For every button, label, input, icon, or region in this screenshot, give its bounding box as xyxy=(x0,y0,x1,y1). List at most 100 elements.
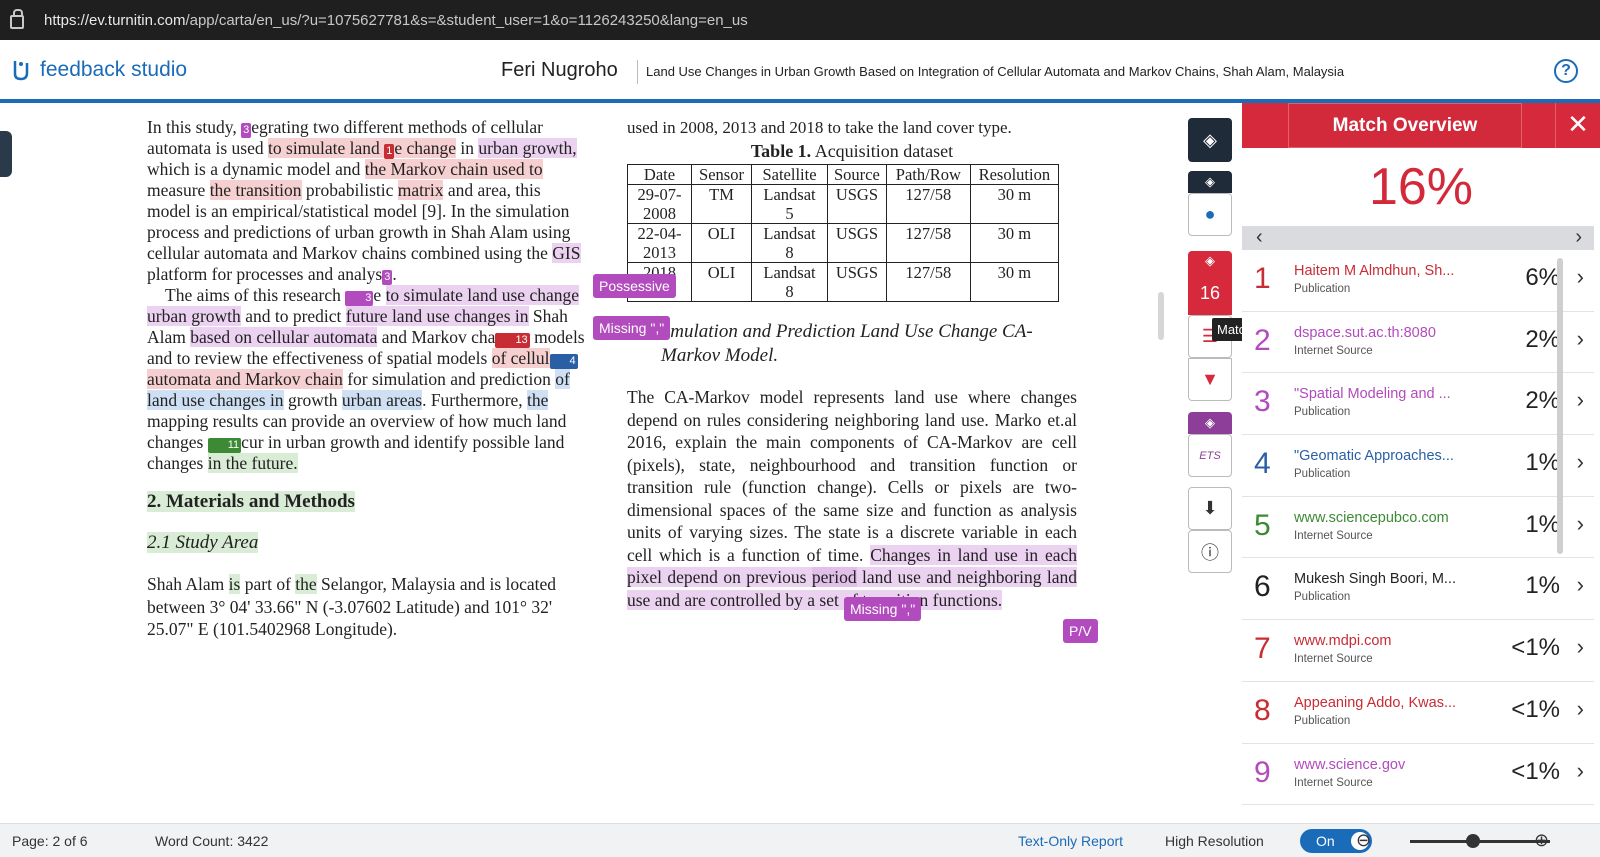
chevron-right-icon[interactable]: › xyxy=(1575,226,1582,248)
pv-flag[interactable]: P/V xyxy=(1063,619,1098,643)
table-row: 2018 OLI Landsat 8 USGS 127/58 30 m xyxy=(627,262,1059,302)
match-source[interactable]: Appeaning Addo, Kwas... xyxy=(1294,695,1456,711)
match-highlight[interactable]: matrix xyxy=(397,180,444,200)
match-highlight[interactable]: based on cellular automata xyxy=(190,327,378,347)
document-scrollbar[interactable] xyxy=(1158,292,1164,340)
match-highlight[interactable]: urban growth xyxy=(147,306,241,326)
match-highlight[interactable]: period xyxy=(811,567,857,587)
zoom-slider[interactable] xyxy=(1410,834,1550,848)
match-marker[interactable]: 3 xyxy=(345,291,374,306)
possessive-flag[interactable]: Possessive xyxy=(593,274,676,298)
chevron-right-icon[interactable]: › xyxy=(1577,511,1584,537)
chevron-right-icon[interactable]: › xyxy=(1577,264,1584,290)
match-row[interactable]: 6 Mukesh Singh Boori, M... Publication 1% › xyxy=(1242,558,1594,621)
url-text[interactable]: https://ev.turnitin.com/app/carta/en_us/… xyxy=(44,12,748,29)
match-row[interactable]: 9 www.science.gov Internet Source <1% › xyxy=(1242,744,1594,806)
table-cell: 127/58 xyxy=(885,223,971,263)
missing-comma-flag[interactable]: Missing "," xyxy=(844,597,922,621)
match-marker[interactable]: 13 xyxy=(495,333,530,348)
match-source[interactable]: www.sciencepubco.com xyxy=(1294,510,1449,526)
match-highlight[interactable]: to simulate land 1e change xyxy=(268,138,457,159)
close-icon[interactable]: ✕ xyxy=(1555,103,1600,148)
help-icon[interactable]: ? xyxy=(1554,59,1578,83)
match-highlight[interactable]: urban growth, xyxy=(478,138,577,158)
similarity-layer-header[interactable]: ◈ xyxy=(1188,251,1232,271)
download-button[interactable]: ⬇ xyxy=(1188,487,1232,530)
match-highlight[interactable]: of cellul xyxy=(491,348,550,368)
similarity-score-button[interactable]: 16 xyxy=(1188,271,1232,315)
match-marker[interactable]: 3 xyxy=(382,270,393,285)
layers-button[interactable]: ◈ xyxy=(1188,118,1232,162)
match-marker[interactable]: 11 xyxy=(207,438,242,453)
match-highlight[interactable]: the Markov chain used to xyxy=(364,159,543,179)
filter-button[interactable]: ▼ xyxy=(1188,358,1232,401)
match-row[interactable]: 4 "Geomatic Approaches... Publication 1% › xyxy=(1242,435,1594,497)
browser-address-bar[interactable]: https://ev.turnitin.com/app/carta/en_us/… xyxy=(0,0,1600,40)
panel-title: Match Overview xyxy=(1288,103,1522,148)
match-row[interactable]: 8 Appeaning Addo, Kwas... Publication <1% › xyxy=(1242,682,1594,744)
subsection-heading: 2.1 Study Area xyxy=(147,532,259,553)
match-marker[interactable]: 3 xyxy=(241,123,252,138)
chevron-right-icon[interactable]: › xyxy=(1577,572,1584,598)
zoom-in-icon[interactable]: ⊕ xyxy=(1534,830,1549,851)
chevron-right-icon[interactable]: › xyxy=(1577,634,1584,660)
match-highlight[interactable]: the xyxy=(295,574,317,594)
match-highlight[interactable]: land use changes in xyxy=(147,390,284,410)
info-button[interactable]: ⓘ xyxy=(1188,530,1232,573)
panel-scrollbar[interactable] xyxy=(1557,258,1563,554)
ets-button[interactable]: ETS xyxy=(1188,434,1232,477)
match-source[interactable]: "Spatial Modeling and ... xyxy=(1294,386,1451,402)
missing-comma-flag[interactable]: Missing "," xyxy=(593,316,671,340)
chevron-left-icon[interactable]: ‹ xyxy=(1256,226,1263,248)
match-highlight[interactable]: the xyxy=(527,390,549,410)
match-percent: 1% xyxy=(1525,572,1560,600)
chevron-right-icon[interactable]: › xyxy=(1577,387,1584,413)
match-overview-panel: Match Overview ✕ 16% ‹ › 1 Haitem M Almdh… xyxy=(1242,103,1600,822)
zoom-slider-thumb[interactable] xyxy=(1466,834,1480,848)
match-source[interactable]: www.mdpi.com xyxy=(1294,633,1392,649)
comments-button[interactable]: ● xyxy=(1188,193,1232,236)
match-source[interactable]: Mukesh Singh Boori, M... xyxy=(1294,571,1456,587)
match-row[interactable]: 7 www.mdpi.com Internet Source <1% › xyxy=(1242,620,1594,682)
table-cell: 127/58 xyxy=(885,184,971,224)
match-highlight[interactable]: in the future. xyxy=(207,453,298,473)
match-row[interactable]: 3 "Spatial Modeling and ... Publication 2% › xyxy=(1242,373,1594,436)
zoom-out-icon[interactable]: ⊖ xyxy=(1356,830,1371,851)
match-rank: 5 xyxy=(1254,508,1271,542)
page-indicator: Page: 2 of 6 xyxy=(12,833,88,849)
text-line: used in 2008, 2013 and 2018 to take the … xyxy=(627,118,1012,137)
match-marker[interactable]: 4 xyxy=(549,354,578,369)
match-source[interactable]: www.science.gov xyxy=(1294,757,1405,773)
match-highlight[interactable]: to simulate land use xyxy=(385,285,530,305)
match-highlight[interactable]: future land use changes in xyxy=(345,306,529,326)
chevron-right-icon[interactable]: › xyxy=(1577,449,1584,475)
match-source[interactable]: dspace.sut.ac.th:8080 xyxy=(1294,325,1436,341)
text-only-report-link[interactable]: Text-Only Report xyxy=(1018,833,1123,849)
chevron-right-icon[interactable]: › xyxy=(1577,758,1584,784)
match-type: Publication xyxy=(1294,283,1351,295)
similarity-count: 16 xyxy=(1199,282,1221,303)
grading-layer-header[interactable]: ◈ xyxy=(1188,171,1232,193)
match-row[interactable]: 1 Haitem M Almdhun, Sh... Publication 6% › xyxy=(1242,250,1594,312)
match-row[interactable]: 5 www.sciencepubco.com Internet Source 1% › xyxy=(1242,497,1594,559)
document-viewer[interactable]: In this study, 3 egrating two different m… xyxy=(0,107,1182,823)
ets-layer-header[interactable]: ◈ xyxy=(1188,412,1232,434)
match-type: Internet Source xyxy=(1294,529,1373,542)
chevron-right-icon[interactable]: › xyxy=(1577,696,1584,722)
match-highlight[interactable]: is xyxy=(228,574,241,594)
side-drawer-tab[interactable] xyxy=(0,131,12,177)
chevron-right-icon[interactable]: › xyxy=(1577,326,1584,352)
side-toolbar: ◈ ◈ ● ◈ 16 ☰ ▼ ◈ ETS ⬇ ⓘ xyxy=(1188,118,1234,574)
match-source[interactable]: "Geomatic Approaches... xyxy=(1294,448,1454,464)
match-highlight[interactable]: of xyxy=(555,369,570,389)
paragraph-aims: The aims of this research 3e to simulate… xyxy=(147,285,585,473)
table-row: 22-04-2013 OLI Landsat 8 USGS 127/58 30 m xyxy=(627,223,1059,263)
match-highlight[interactable]: the transition xyxy=(209,180,302,200)
match-highlight[interactable]: automata and Markov chain xyxy=(147,369,343,389)
match-source[interactable]: Haitem M Almdhun, Sh... xyxy=(1294,263,1454,279)
match-row[interactable]: 2 dspace.sut.ac.th:8080 Internet Source 2% › xyxy=(1242,312,1594,374)
feedback-studio-logo[interactable]: feedback studio xyxy=(12,58,187,82)
match-highlight[interactable]: urban areas xyxy=(341,390,423,410)
table-row: 29-07-2008 TM Landsat 5 USGS 127/58 30 m xyxy=(627,184,1059,224)
match-highlight[interactable]: GIS xyxy=(552,243,581,263)
